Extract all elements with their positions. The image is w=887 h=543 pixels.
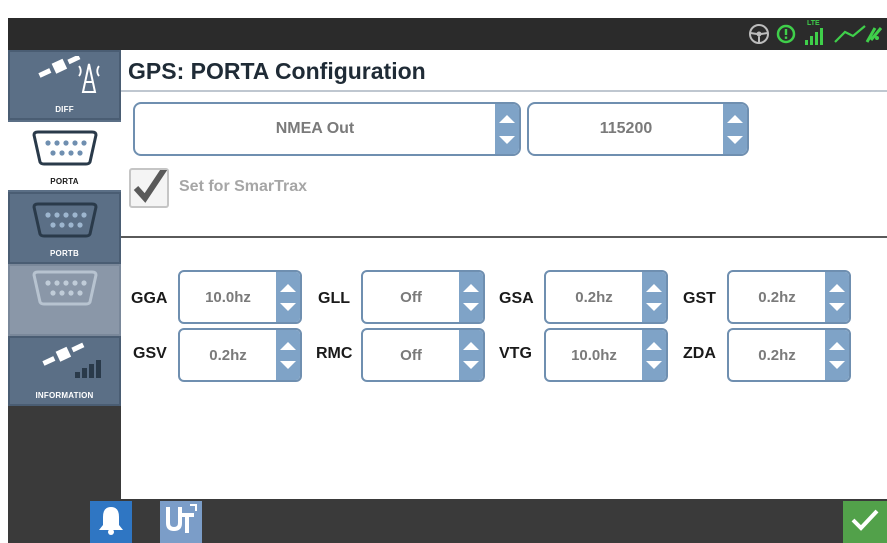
arrow-up-icon[interactable] xyxy=(727,114,743,123)
sidebar-item-portb[interactable]: PORTB xyxy=(8,192,121,264)
main-content: GPS: PORTA Configuration NMEA Out 115200… xyxy=(121,50,887,499)
msg-arrows[interactable] xyxy=(642,272,666,322)
arrow-down-icon[interactable] xyxy=(646,360,662,369)
serial-port-icon xyxy=(30,202,100,243)
port-mode-value: NMEA Out xyxy=(275,120,355,137)
sidebar-item-port-disabled xyxy=(8,264,121,336)
msg-arrows[interactable] xyxy=(825,272,849,322)
msg-spinner-zda[interactable]: 0.2hz xyxy=(727,328,851,382)
msg-value: 0.2hz xyxy=(758,288,796,306)
sidebar-item-diff[interactable]: DIFF xyxy=(8,50,121,120)
sidebar-item-label: PORTB xyxy=(50,249,79,258)
sidebar-item-label: INFORMATION xyxy=(35,391,94,400)
arrow-down-icon[interactable] xyxy=(646,302,662,311)
msg-spinner-gga[interactable]: 10.0hz xyxy=(178,270,302,324)
msg-arrows[interactable] xyxy=(642,330,666,380)
universal-terminal-icon xyxy=(164,503,198,542)
page-title: GPS: PORTA Configuration xyxy=(128,58,426,84)
arrow-up-icon[interactable] xyxy=(646,341,662,350)
sidebar-item-porta[interactable]: PORTA xyxy=(8,120,121,192)
smartrax-checkbox[interactable] xyxy=(129,168,169,208)
alarm-button[interactable] xyxy=(90,501,132,543)
arrow-up-icon[interactable] xyxy=(280,341,296,350)
msg-label-gga: GGA xyxy=(131,290,168,307)
msg-arrows[interactable] xyxy=(459,330,483,380)
msg-spinner-vtg[interactable]: 10.0hz xyxy=(544,328,668,382)
arrow-down-icon[interactable] xyxy=(499,135,515,144)
arrow-up-icon[interactable] xyxy=(463,341,479,350)
sidebar-item-information[interactable]: INFORMATION xyxy=(8,336,121,406)
sidebar-item-label: PORTA xyxy=(50,177,79,186)
msg-value: 0.2hz xyxy=(209,346,247,364)
sidebar-item-label: DIFF xyxy=(55,105,74,114)
msg-label-gsv: GSV xyxy=(133,345,167,362)
arrow-up-icon[interactable] xyxy=(463,283,479,292)
satellite-signal-icon xyxy=(25,342,105,387)
arrow-up-icon[interactable] xyxy=(646,283,662,292)
status-bar: LTE xyxy=(8,18,887,50)
confirm-button[interactable] xyxy=(843,501,887,543)
arrow-up-icon[interactable] xyxy=(829,341,845,350)
smartrax-label: Set for SmarTrax xyxy=(179,178,308,195)
msg-spinner-gsa[interactable]: 0.2hz xyxy=(544,270,668,324)
status-icons: LTE xyxy=(747,18,887,50)
baud-rate-spinner[interactable]: 115200 xyxy=(527,102,749,156)
port-mode-spinner[interactable]: NMEA Out xyxy=(133,102,521,156)
msg-arrows[interactable] xyxy=(276,330,300,380)
gps-signal-icon xyxy=(831,20,883,48)
arrow-up-icon[interactable] xyxy=(280,283,296,292)
universal-terminal-button[interactable] xyxy=(160,501,202,543)
title-divider xyxy=(121,90,887,92)
msg-value: 10.0hz xyxy=(205,288,251,306)
arrow-up-icon[interactable] xyxy=(829,283,845,292)
arrow-down-icon[interactable] xyxy=(463,302,479,311)
steering-wheel-icon xyxy=(747,22,771,46)
arrow-down-icon[interactable] xyxy=(463,360,479,369)
msg-label-gst: GST xyxy=(683,290,716,307)
port-mode-arrows[interactable] xyxy=(495,104,519,154)
sidebar: DIFF PORTA PORTB INFORMATION xyxy=(8,50,121,499)
msg-arrows[interactable] xyxy=(276,272,300,322)
section-divider xyxy=(121,236,887,238)
serial-port-icon xyxy=(30,130,100,171)
msg-spinner-gll[interactable]: Off xyxy=(361,270,485,324)
msg-label-zda: ZDA xyxy=(683,345,716,362)
satellite-tower-icon xyxy=(25,54,105,101)
msg-value: 0.2hz xyxy=(758,346,796,364)
baud-rate-value: 115200 xyxy=(599,120,653,137)
alert-circle-icon xyxy=(775,22,797,46)
serial-port-icon xyxy=(30,270,100,311)
msg-value: Off xyxy=(400,288,422,306)
msg-label-gll: GLL xyxy=(318,290,350,307)
app-frame: LTE DIFF PORTA PORTB INFORMATION GPS: PO… xyxy=(0,0,887,543)
arrow-down-icon[interactable] xyxy=(829,360,845,369)
arrow-down-icon[interactable] xyxy=(829,302,845,311)
arrow-down-icon[interactable] xyxy=(280,360,296,369)
msg-value: 0.2hz xyxy=(575,288,613,306)
msg-arrows[interactable] xyxy=(825,330,849,380)
msg-label-rmc: RMC xyxy=(316,345,353,362)
msg-label-vtg: VTG xyxy=(499,345,532,362)
arrow-down-icon[interactable] xyxy=(280,302,296,311)
bottom-bar xyxy=(8,499,887,543)
msg-spinner-gst[interactable]: 0.2hz xyxy=(727,270,851,324)
lte-signal-icon: LTE xyxy=(801,20,827,48)
baud-rate-arrows[interactable] xyxy=(723,104,747,154)
msg-value: Off xyxy=(400,346,422,364)
checkmark-icon xyxy=(850,507,880,538)
msg-label-gsa: GSA xyxy=(499,290,534,307)
msg-spinner-gsv[interactable]: 0.2hz xyxy=(178,328,302,382)
arrow-down-icon[interactable] xyxy=(727,135,743,144)
msg-spinner-rmc[interactable]: Off xyxy=(361,328,485,382)
arrow-up-icon[interactable] xyxy=(499,114,515,123)
msg-arrows[interactable] xyxy=(459,272,483,322)
bell-icon xyxy=(97,505,125,540)
msg-value: 10.0hz xyxy=(571,346,617,364)
